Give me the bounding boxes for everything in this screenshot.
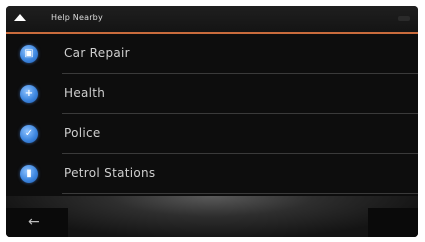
back-arrow-icon: ← — [28, 214, 40, 230]
list-item-police[interactable]: ✓ Police — [6, 114, 418, 154]
help-nearby-list: ▣ Car Repair + Health ✓ Police ▮ Petrol … — [6, 34, 418, 194]
list-item-label: Health — [64, 86, 106, 100]
status-indicator — [398, 16, 410, 21]
page-title: Help Nearby — [51, 13, 103, 22]
car-repair-icon: ▣ — [20, 45, 38, 63]
list-item-label: Petrol Stations — [64, 166, 156, 180]
collapse-up-icon[interactable] — [14, 14, 26, 21]
list-item-label: Car Repair — [64, 46, 130, 60]
list-item-health[interactable]: + Health — [6, 74, 418, 114]
bottom-right-tab — [368, 208, 418, 237]
device-screen: Help Nearby ▣ Car Repair + Health ✓ Poli… — [6, 6, 418, 237]
list-item-label: Police — [64, 126, 101, 140]
fuel-pump-icon: ▮ — [20, 165, 38, 183]
divider — [62, 193, 418, 194]
back-button[interactable]: ← — [6, 208, 68, 237]
header-bar: Help Nearby — [6, 6, 418, 32]
health-cross-icon: + — [20, 85, 38, 103]
list-item-car-repair[interactable]: ▣ Car Repair — [6, 34, 418, 74]
list-item-petrol-stations[interactable]: ▮ Petrol Stations — [6, 154, 418, 194]
bottom-bar: ← — [6, 196, 418, 237]
police-icon: ✓ — [20, 125, 38, 143]
